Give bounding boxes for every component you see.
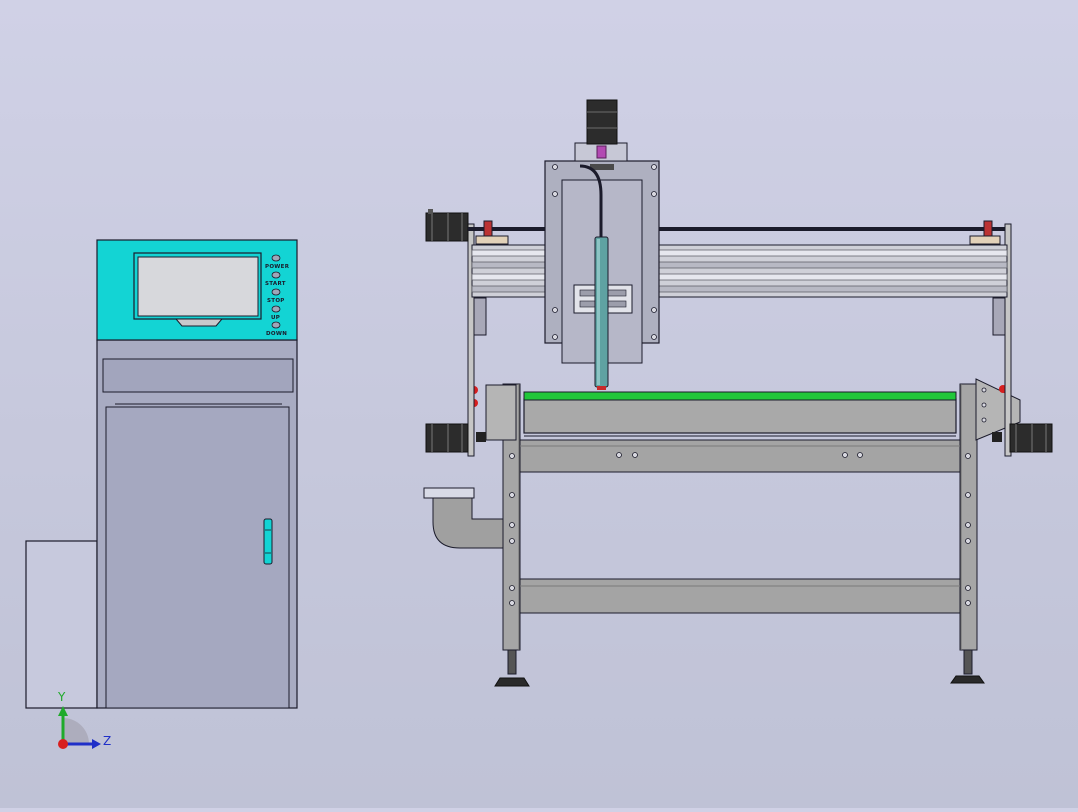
button-label-power: POWER	[265, 264, 290, 270]
left-bed-bracket	[485, 384, 517, 441]
triad-x-axis	[58, 739, 68, 749]
button-label-stop: STOP	[267, 298, 285, 304]
button-label-up: UP	[271, 315, 280, 321]
stepper-motor-top-left	[425, 209, 469, 242]
button-label-down: DOWN	[266, 331, 287, 337]
cnc-router[interactable]	[423, 99, 1053, 687]
stepper-motor-bottom-left	[425, 423, 486, 453]
machine-bed	[523, 398, 957, 434]
cabinet-upper-panel	[102, 358, 294, 393]
touch-screen[interactable]	[137, 256, 259, 317]
bed-surface	[523, 391, 957, 401]
spindle	[594, 236, 609, 390]
control-cabinet[interactable]: POWER START STOP UP DOWN	[25, 239, 298, 709]
right-leg	[959, 383, 978, 651]
left-foot	[494, 649, 530, 687]
button-label-start: START	[265, 281, 286, 287]
lower-cross-beam	[519, 578, 961, 614]
triad-arc	[63, 718, 89, 744]
cad-viewport[interactable]: POWER START STOP UP DOWN Y Z	[0, 0, 1078, 808]
door-handle[interactable]	[263, 518, 273, 565]
dust-hose	[423, 487, 506, 549]
cabinet-door[interactable]	[105, 406, 290, 709]
right-foot	[950, 649, 985, 684]
triad-label-z: Z	[103, 734, 111, 748]
triad-label-y: Y	[57, 690, 66, 704]
cabinet-side-box	[25, 540, 98, 709]
upper-cross-beam	[519, 439, 961, 473]
